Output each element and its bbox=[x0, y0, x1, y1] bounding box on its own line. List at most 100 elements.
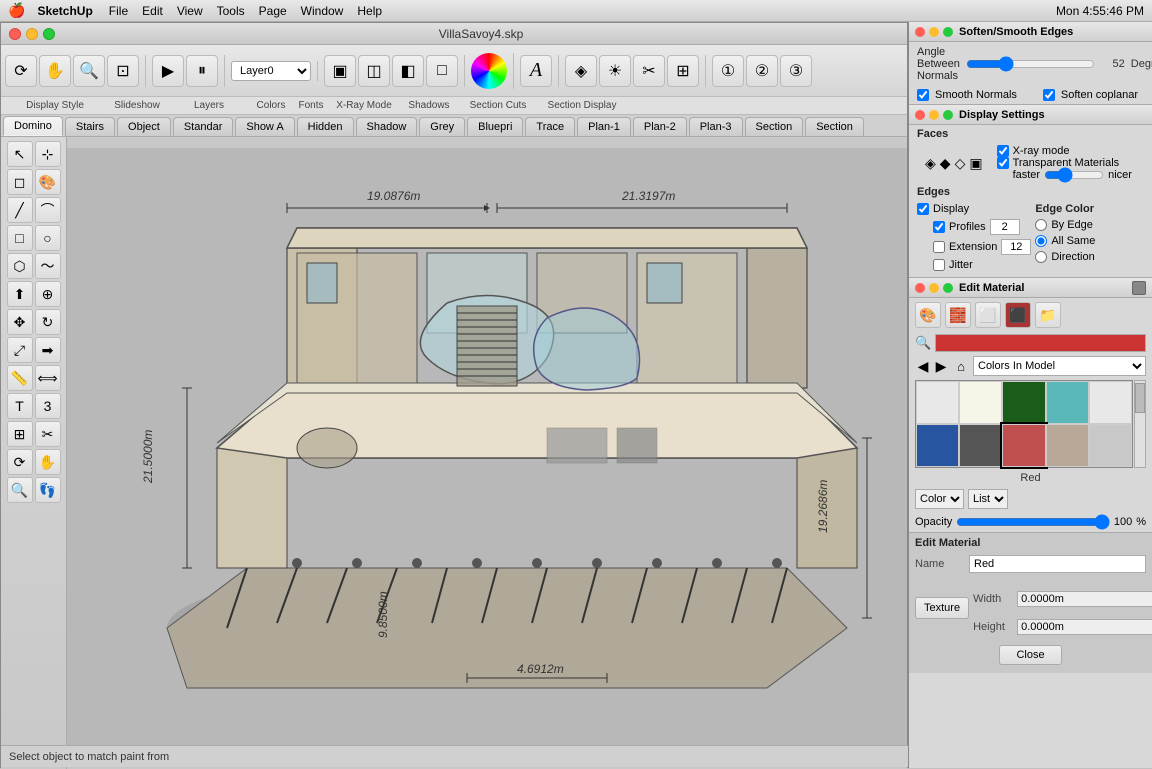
display-style-3[interactable]: ◧ bbox=[392, 55, 424, 87]
layer-dropdown[interactable]: Layer0 bbox=[231, 61, 311, 81]
close-button[interactable]: Close bbox=[999, 645, 1061, 665]
soften-close[interactable] bbox=[915, 27, 925, 37]
menu-tools[interactable]: Tools bbox=[217, 4, 245, 18]
swatch-light[interactable] bbox=[959, 381, 1002, 424]
extension-checkbox[interactable] bbox=[933, 241, 945, 253]
display-checkbox[interactable] bbox=[917, 203, 929, 215]
view-btn-2[interactable]: ② bbox=[746, 55, 778, 87]
section-cuts-btn[interactable]: ✂ bbox=[633, 55, 665, 87]
faces-icon-2[interactable]: ◆ bbox=[940, 155, 951, 172]
height-input[interactable] bbox=[1017, 619, 1152, 635]
display-min[interactable] bbox=[929, 110, 939, 120]
opacity-slider[interactable] bbox=[956, 514, 1110, 530]
followme-btn[interactable]: ➡ bbox=[35, 337, 61, 363]
mat-folder-icon[interactable]: 📁 bbox=[1035, 302, 1061, 328]
menu-view[interactable]: View bbox=[177, 4, 203, 18]
tab-section1[interactable]: Section bbox=[745, 117, 804, 136]
zoom-extents-tool[interactable]: ⊡ bbox=[107, 55, 139, 87]
display-style-2[interactable]: ◫ bbox=[358, 55, 390, 87]
shadows-btn[interactable]: ☀ bbox=[599, 55, 631, 87]
angle-slider[interactable] bbox=[966, 57, 1095, 71]
axes-btn[interactable]: ⊞ bbox=[7, 421, 33, 447]
profiles-input[interactable] bbox=[990, 219, 1020, 235]
push-pull-btn[interactable]: ⬆ bbox=[7, 281, 33, 307]
display-style-4[interactable]: □ bbox=[426, 55, 458, 87]
width-input[interactable] bbox=[1017, 591, 1152, 607]
mat-color-wheel-icon[interactable]: 🎨 bbox=[915, 302, 941, 328]
mat-material-icon[interactable]: ⬛ bbox=[1005, 302, 1031, 328]
mat-prev-btn[interactable]: ◀ bbox=[915, 358, 931, 374]
polygon-tool-btn[interactable]: ⬡ bbox=[7, 253, 33, 279]
swatch-tan[interactable] bbox=[1046, 424, 1089, 467]
soften-max[interactable] bbox=[943, 27, 953, 37]
mat-next-btn[interactable]: ▶ bbox=[933, 358, 949, 374]
quality-slider[interactable] bbox=[1044, 169, 1104, 181]
tab-hidden[interactable]: Hidden bbox=[297, 117, 354, 136]
profiles-checkbox[interactable] bbox=[933, 221, 945, 233]
viewport-canvas[interactable]: 19.0876m 21.3197m 21.5000m 19.2686m 4.69… bbox=[67, 137, 907, 769]
mat-close[interactable] bbox=[915, 283, 925, 293]
view-btn-3[interactable]: ③ bbox=[780, 55, 812, 87]
space-tool-btn[interactable]: ⊹ bbox=[35, 141, 61, 167]
display-style-1[interactable]: ▣ bbox=[324, 55, 356, 87]
mat-home-btn[interactable]: ⌂ bbox=[951, 356, 971, 376]
close-button[interactable] bbox=[9, 28, 21, 40]
tab-plan3[interactable]: Plan-3 bbox=[689, 117, 743, 136]
display-max[interactable] bbox=[943, 110, 953, 120]
rect-tool-btn[interactable]: □ bbox=[7, 225, 33, 251]
minimize-button[interactable] bbox=[26, 28, 38, 40]
faces-icon-1[interactable]: ◈ bbox=[925, 155, 936, 172]
menu-file[interactable]: File bbox=[109, 4, 128, 18]
walk-btn[interactable]: 👣 bbox=[35, 477, 61, 503]
swatch-darkgray[interactable] bbox=[959, 424, 1002, 467]
tab-trace[interactable]: Trace bbox=[525, 117, 575, 136]
swatch-cyan[interactable] bbox=[1046, 381, 1089, 424]
paint-tool-btn[interactable]: 🎨 bbox=[35, 169, 61, 195]
section-btn[interactable]: ✂ bbox=[35, 421, 61, 447]
circle-tool-btn[interactable]: ○ bbox=[35, 225, 61, 251]
play-btn[interactable]: ▶ bbox=[152, 55, 184, 87]
swatch-red[interactable] bbox=[1002, 424, 1045, 467]
all-same-radio[interactable] bbox=[1035, 235, 1047, 247]
tab-bluepri[interactable]: Bluepri bbox=[467, 117, 523, 136]
xray-mode-btn[interactable]: ◈ bbox=[565, 55, 597, 87]
smooth-normals-checkbox[interactable] bbox=[917, 89, 929, 101]
arc-tool-btn[interactable]: ⌒ bbox=[35, 197, 61, 223]
direction-radio[interactable] bbox=[1035, 251, 1047, 263]
text-btn[interactable]: T bbox=[7, 393, 33, 419]
mat-min[interactable] bbox=[929, 283, 939, 293]
mat-max[interactable] bbox=[943, 283, 953, 293]
swatch-lightgray[interactable] bbox=[1089, 381, 1132, 424]
font-btn[interactable]: A bbox=[520, 55, 552, 87]
tab-show-a[interactable]: Show A bbox=[235, 117, 294, 136]
zoom-btn[interactable]: 🔍 bbox=[7, 477, 33, 503]
move-tool-btn[interactable]: ✥ bbox=[7, 309, 33, 335]
extension-input[interactable] bbox=[1001, 239, 1031, 255]
scrollbar-thumb[interactable] bbox=[1135, 383, 1145, 413]
mat-brick-icon[interactable]: 🧱 bbox=[945, 302, 971, 328]
tab-plan1[interactable]: Plan-1 bbox=[577, 117, 631, 136]
view-btn-1[interactable]: ① bbox=[712, 55, 744, 87]
scale-tool-btn[interactable]: ⤢ bbox=[7, 337, 33, 363]
offset-btn[interactable]: ⊕ bbox=[35, 281, 61, 307]
dimension-btn[interactable]: ⟺ bbox=[35, 365, 61, 391]
mat-collapse-btn[interactable] bbox=[1132, 281, 1146, 295]
list-mode-select[interactable]: List bbox=[968, 489, 1008, 509]
tab-object[interactable]: Object bbox=[117, 117, 171, 136]
swatches-scrollbar[interactable] bbox=[1134, 380, 1146, 468]
pan-btn[interactable]: ✋ bbox=[35, 449, 61, 475]
tab-grey[interactable]: Grey bbox=[419, 117, 465, 136]
soften-min[interactable] bbox=[929, 27, 939, 37]
line-tool-btn[interactable]: ╱ bbox=[7, 197, 33, 223]
menu-window[interactable]: Window bbox=[301, 4, 344, 18]
by-edge-radio[interactable] bbox=[1035, 219, 1047, 231]
transparent-checkbox[interactable] bbox=[997, 157, 1009, 169]
jitter-checkbox[interactable] bbox=[933, 259, 945, 271]
eraser-tool-btn[interactable]: ◻ bbox=[7, 169, 33, 195]
zoom-tool[interactable]: 🔍 bbox=[73, 55, 105, 87]
color-mode-select[interactable]: Color bbox=[915, 489, 964, 509]
apple-menu[interactable]: 🍎 bbox=[8, 2, 25, 19]
tab-shadow[interactable]: Shadow bbox=[356, 117, 418, 136]
swatch-white[interactable] bbox=[916, 381, 959, 424]
soften-coplanar-checkbox[interactable] bbox=[1043, 89, 1055, 101]
